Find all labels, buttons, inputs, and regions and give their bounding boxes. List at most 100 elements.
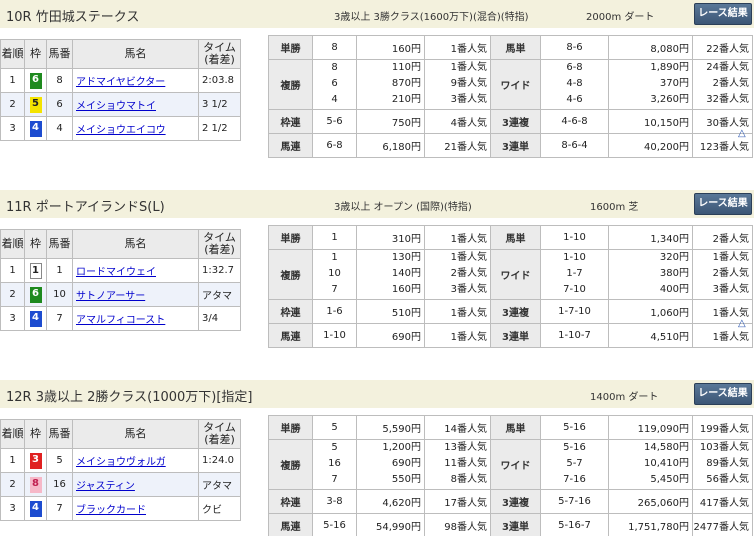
payout-popularity: 417番人気: [692, 489, 753, 514]
position-cell: 1: [0, 448, 25, 473]
waku-badge: 3: [29, 452, 42, 469]
position-cell: 2: [0, 92, 25, 117]
waku-cell: 8: [24, 472, 47, 497]
waku-badge: 6: [29, 286, 42, 303]
umaban-cell: 8: [46, 68, 73, 93]
payout-popularity: 2477番人気: [692, 513, 753, 536]
time-cell: クビ: [198, 496, 241, 521]
payout-label-umaren: 馬連: [268, 513, 313, 536]
horse-name-cell: サトノアーサー: [72, 282, 199, 307]
payout-amount: 10,150円: [608, 109, 693, 134]
position-cell: 3: [0, 116, 25, 141]
payout-popularity: 103番人気 89番人気 56番人気: [692, 439, 753, 490]
horse-name-link[interactable]: ブラックカード: [76, 505, 146, 516]
payout-label-fukusho: 複勝: [268, 439, 313, 490]
horse-name-link[interactable]: ジャスティン: [76, 481, 135, 492]
payout-popularity: 1番人気 2番人気 3番人気: [424, 249, 491, 300]
horse-name-link[interactable]: アマルフィコースト: [76, 315, 165, 326]
time-cell: 3/4: [198, 306, 241, 331]
payout-combo: 5-16 5-7 7-16: [540, 439, 609, 490]
waku-cell: 3: [24, 448, 47, 473]
payout-label-wakuren: 枠連: [268, 489, 313, 514]
payout-amount: 110円 870円 210円: [356, 59, 425, 110]
time-cell: 1:32.7: [198, 258, 241, 283]
waku-badge: 4: [29, 310, 42, 327]
waku-badge: 5: [29, 96, 42, 113]
payout-popularity: 14番人気: [424, 415, 491, 440]
payout-combo: 8-6: [540, 35, 609, 60]
waku-cell: 4: [24, 306, 47, 331]
payout-popularity: 1番人気: [424, 225, 491, 250]
col-header-time: タイム (着差): [198, 419, 241, 449]
race-result-button[interactable]: レース結果: [694, 193, 752, 215]
waku-badge: 4: [29, 500, 42, 517]
col-header-umaban: 馬番: [46, 229, 73, 259]
race-result-button[interactable]: レース結果: [694, 3, 752, 25]
race-section-11r: 11R ポートアイランドS(L) 3歳以上 オープン (国際)(特指) 1600…: [0, 190, 754, 364]
position-cell: 1: [0, 68, 25, 93]
payout-popularity: 98番人気: [424, 513, 491, 536]
payout-popularity: 1番人気: [424, 323, 491, 348]
payout-combo: 5 16 7: [312, 439, 357, 490]
payout-combo: 1-6: [312, 299, 357, 324]
horse-name-cell: アマルフィコースト: [72, 306, 199, 331]
horse-name-link[interactable]: メイショウエイコウ: [76, 125, 166, 136]
payout-amount: 6,180円: [356, 133, 425, 158]
payout-amount: 1,340円: [608, 225, 693, 250]
umaban-cell: 16: [46, 472, 73, 497]
table-row: 2 5 6 メイショウマトイ 3 1/2: [0, 92, 241, 117]
scroll-to-top-icon[interactable]: △: [738, 318, 746, 329]
payout-combo: 1 10 7: [312, 249, 357, 300]
payout-combo: 6-8: [312, 133, 357, 158]
col-header-horse-name: 馬名: [72, 419, 199, 449]
horse-name-link[interactable]: メイショウマトイ: [76, 101, 156, 112]
col-header-position: 着順: [0, 419, 25, 449]
horse-name-cell: メイショウヴォルガ: [72, 448, 199, 473]
payout-label-fukusho: 複勝: [268, 59, 313, 110]
waku-badge: 4: [29, 120, 42, 137]
race-header: 11R ポートアイランドS(L) 3歳以上 オープン (国際)(特指) 1600…: [0, 190, 754, 218]
scroll-to-top-icon[interactable]: △: [738, 128, 746, 139]
col-header-position: 着順: [0, 39, 25, 69]
results-table: 着順 枠 馬番 馬名 タイム (着差) 1 3 5 メイショウヴォルガ 1:24.…: [0, 419, 241, 521]
payout-label-sanrentan: 3連単: [490, 133, 541, 158]
payout-combo: 1: [312, 225, 357, 250]
payout-amount: 14,580円 10,410円 5,450円: [608, 439, 693, 490]
payout-amount: 510円: [356, 299, 425, 324]
payout-combo: 1-10: [312, 323, 357, 348]
waku-cell: 4: [24, 116, 47, 141]
payout-combo: 5-16: [312, 513, 357, 536]
table-row: 2 8 16 ジャスティン アタマ: [0, 472, 241, 497]
umaban-cell: 5: [46, 448, 73, 473]
payout-label-sanrenpuku: 3連複: [490, 489, 541, 514]
horse-name-cell: メイショウマトイ: [72, 92, 199, 117]
race-distance: 2000m ダート: [586, 12, 655, 23]
horse-name-link[interactable]: サトノアーサー: [76, 291, 145, 302]
table-row: 2 6 10 サトノアーサー アタマ: [0, 282, 241, 307]
waku-cell: 5: [24, 92, 47, 117]
waku-cell: 1: [24, 258, 47, 283]
horse-name-link[interactable]: メイショウヴォルガ: [76, 457, 166, 468]
race-result-button[interactable]: レース結果: [694, 383, 752, 405]
payout-amount: 4,620円: [356, 489, 425, 514]
umaban-cell: 10: [46, 282, 73, 307]
time-cell: 2 1/2: [198, 116, 241, 141]
position-cell: 1: [0, 258, 25, 283]
payout-label-sanrentan: 3連単: [490, 323, 541, 348]
horse-name-cell: メイショウエイコウ: [72, 116, 199, 141]
table-row: 3 4 7 ブラックカード クビ: [0, 496, 241, 521]
waku-cell: 4: [24, 496, 47, 521]
results-table: 着順 枠 馬番 馬名 タイム (着差) 1 6 8 アドマイヤビクター 2:03.…: [0, 39, 241, 141]
waku-badge: 8: [29, 476, 42, 493]
payout-label-umatan: 馬単: [490, 225, 541, 250]
payout-combo: 1-7-10: [540, 299, 609, 324]
results-table: 着順 枠 馬番 馬名 タイム (着差) 1 1 1 ロードマイウェイ 1:32.7…: [0, 229, 241, 331]
horse-name-link[interactable]: ロードマイウェイ: [76, 267, 156, 278]
horse-name-link[interactable]: アドマイヤビクター: [76, 77, 165, 88]
payout-amount: 130円 140円 160円: [356, 249, 425, 300]
payout-popularity: 1番人気 9番人気 3番人気: [424, 59, 491, 110]
payout-popularity: 1番人気 2番人気 3番人気: [692, 249, 753, 300]
payout-popularity: 2番人気: [692, 225, 753, 250]
payout-amount: 1,060円: [608, 299, 693, 324]
payout-popularity: 199番人気: [692, 415, 753, 440]
